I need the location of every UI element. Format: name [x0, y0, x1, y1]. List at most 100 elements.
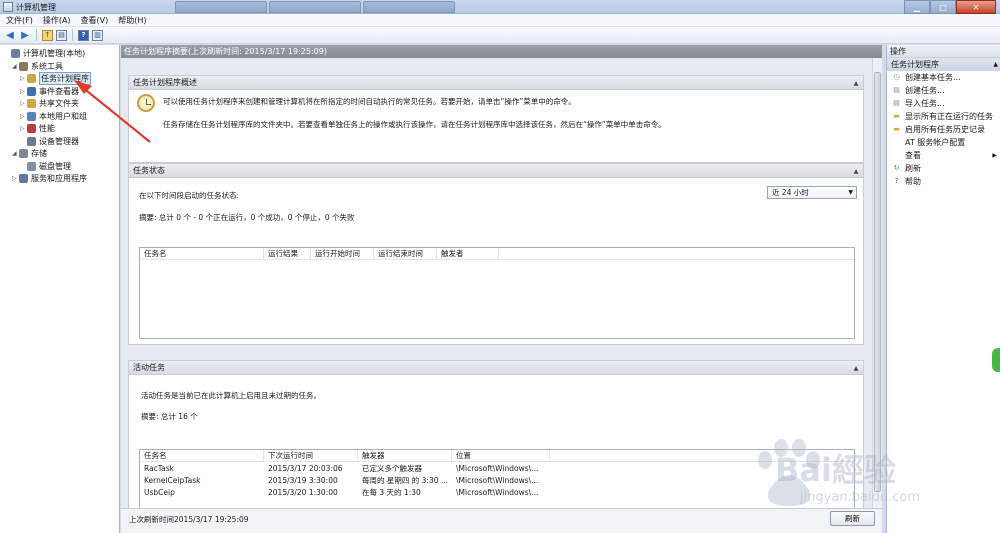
help-icon[interactable]: ? — [78, 29, 89, 41]
expand-arrow-icon[interactable]: ▷ — [20, 88, 27, 95]
collapse-icon[interactable]: ▲ — [852, 79, 860, 87]
expand-arrow-icon[interactable]: ▷ — [20, 125, 27, 132]
overview-section-bar[interactable]: 任务计划程序概述 ▲ — [129, 76, 863, 90]
column-header[interactable]: 任务名 — [140, 248, 264, 259]
tree-node-icon — [19, 174, 28, 183]
action-item[interactable]: ▬ 启用所有任务历史记录 — [887, 123, 1000, 136]
action-item[interactable]: ▬ 显示所有正在运行的任务 — [887, 110, 1000, 123]
close-button[interactable]: ✕ — [956, 0, 996, 14]
task-status-section: 任务状态 ▲ 在以下时间段启动的任务状态: 近 24 小时 ▼ 摘要: 总计 0… — [128, 163, 864, 345]
active-tasks-section-bar[interactable]: 活动任务 ▲ — [129, 361, 863, 375]
action-item[interactable]: ? 帮助 — [887, 175, 1000, 188]
basic-task-icon: ◷ — [893, 73, 900, 81]
collapse-icon[interactable]: ▲ — [852, 167, 860, 175]
refresh-icon: ↻ — [893, 164, 900, 172]
expand-arrow-icon[interactable]: ◢ — [12, 63, 19, 70]
tree-item[interactable]: ▷ 共享文件夹 — [20, 98, 79, 109]
trigger-cell: 在每 3 天的 1:30 — [362, 487, 421, 497]
task-status-title: 任务状态 — [133, 166, 165, 175]
tree-item[interactable]: ▷ 任务计划程序 — [20, 72, 91, 85]
taskbar-tab[interactable] — [363, 1, 455, 13]
tree-node-icon — [27, 162, 36, 171]
action-item[interactable]: ▤ 创建任务... — [887, 84, 1000, 97]
tree-item-label: 事件查看器 — [39, 87, 79, 96]
menu-view[interactable]: 查看(V) — [81, 15, 109, 26]
active-tasks-title: 活动任务 — [133, 363, 165, 372]
maximize-button[interactable]: ▢ — [930, 0, 956, 14]
title-bar: 计算机管理 ▁ ▢ ✕ — [0, 0, 1000, 14]
tree-item[interactable]: ▷ 事件查看器 — [20, 86, 79, 97]
overview-text-2: 任务存储在任务计划程序库的文件夹中。若要查看单独任务上的操作或执行该操作，请在任… — [163, 120, 666, 129]
next-run-cell: 2015/3/19 3:30:00 — [268, 475, 338, 485]
expand-arrow-icon[interactable]: ▷ — [20, 75, 27, 82]
submenu-arrow-icon: ▶ — [992, 152, 997, 159]
action-item[interactable]: ▤ 导入任务... — [887, 97, 1000, 110]
tree-item[interactable]: 设备管理器 — [20, 136, 79, 147]
up-folder-icon[interactable]: ↑ — [42, 29, 53, 41]
back-arrow-icon[interactable]: ◀ — [4, 29, 16, 41]
taskbar-tab[interactable] — [269, 1, 361, 13]
collapse-icon[interactable]: ▲ — [852, 364, 860, 372]
column-header[interactable]: 触发者 — [437, 248, 499, 259]
forward-arrow-icon[interactable]: ▶ — [19, 29, 31, 41]
task-status-section-bar[interactable]: 任务状态 ▲ — [129, 164, 863, 178]
column-header[interactable]: 下次运行时间 — [264, 450, 358, 461]
taskbar-tabs — [175, 1, 455, 13]
time-range-select[interactable]: 近 24 小时 ▼ — [767, 186, 857, 199]
task-status-table: 任务名 运行结果 运行开始时间 运行结束时间 触发者 — [139, 247, 855, 339]
toolbar-separator — [72, 29, 73, 41]
running-tasks-icon: ▬ — [893, 112, 900, 120]
expand-arrow-icon[interactable]: ▷ — [20, 100, 27, 107]
expand-arrow-icon[interactable]: ▷ — [12, 175, 19, 182]
table-header: 任务名 运行结果 运行开始时间 运行结束时间 触发者 — [140, 248, 854, 260]
menu-action[interactable]: 操作(A) — [43, 15, 71, 26]
location-cell: \Microsoft\Windows\... — [456, 463, 539, 473]
actions-section-task-scheduler[interactable]: 任务计划程序 ▲ — [887, 58, 1000, 71]
expand-arrow-icon[interactable]: ◢ — [12, 150, 19, 157]
menu-help[interactable]: 帮助(H) — [118, 15, 146, 26]
column-header[interactable]: 触发器 — [358, 450, 452, 461]
tree-item-label: 设备管理器 — [39, 137, 79, 146]
toolbar: ◀ ▶ ↑ ▤ ? ▥ — [0, 27, 1000, 44]
tree-item[interactable]: ▷ 性能 — [20, 123, 55, 134]
tree-item[interactable]: ▷ 本地用户和组 — [20, 111, 87, 122]
tree-item[interactable]: 磁盘管理 — [20, 161, 71, 172]
window-controls: ▁ ▢ ✕ — [904, 0, 996, 14]
action-item[interactable]: AT 服务帐户配置 — [887, 136, 1000, 149]
taskbar-tab[interactable] — [175, 1, 267, 13]
column-header[interactable]: 运行结束时间 — [374, 248, 437, 259]
action-label: 帮助 — [905, 177, 921, 186]
minimize-button[interactable]: ▁ — [904, 0, 930, 14]
tree-item[interactable]: ◢ 存储 — [12, 148, 47, 159]
scrollbar-thumb[interactable] — [874, 72, 881, 492]
expand-arrow-icon[interactable]: ▷ — [20, 113, 27, 120]
task-name-cell: KernelCeipTask — [144, 475, 201, 485]
column-header[interactable]: 运行结果 — [264, 248, 311, 259]
column-header[interactable]: 任务名 — [140, 450, 264, 461]
column-header[interactable]: 位置 — [452, 450, 550, 461]
overview-section: 任务计划程序概述 ▲ 可以使用任务计划程序来创建和管理计算机将在所指定的时间自动… — [128, 75, 864, 163]
column-header[interactable]: 运行开始时间 — [311, 248, 374, 259]
tree-node-icon — [19, 149, 28, 158]
action-pane-icon[interactable]: ▥ — [92, 29, 103, 41]
tree-item[interactable]: ◢ 系统工具 — [12, 61, 63, 72]
navigation-tree: 计算机管理(本地) ◢ 系统工具 ▷ 任务计划程序 ▷ 事件查看器 ▷ 共享文件夹 ▷ 本地用户和组… — [0, 45, 120, 533]
import-task-icon: ▤ — [893, 99, 900, 107]
menu-file[interactable]: 文件(F) — [6, 15, 33, 26]
task-name-cell: RacTask — [144, 463, 174, 473]
tree-item[interactable]: ▷ 服务和应用程序 — [12, 173, 87, 184]
tree-item[interactable]: 计算机管理(本地) — [4, 48, 85, 59]
tree-item-label: 磁盘管理 — [39, 162, 71, 171]
tree-item-label: 性能 — [39, 124, 55, 133]
action-item[interactable]: 查看 ▶ — [887, 149, 1000, 162]
show-hide-tree-icon[interactable]: ▤ — [56, 29, 67, 41]
collapse-icon[interactable]: ▲ — [993, 61, 998, 68]
tree-item-label: 存储 — [31, 149, 47, 158]
window-title: 计算机管理 — [16, 3, 56, 12]
tree-item-label: 本地用户和组 — [39, 112, 87, 121]
watermark-text: Bai經验 — [775, 451, 896, 489]
floating-widget[interactable] — [992, 348, 1000, 372]
action-item[interactable]: ◷ 创建基本任务... — [887, 71, 1000, 84]
active-tasks-description: 活动任务是当前已在此计算机上启用且未过期的任务。 — [141, 391, 321, 400]
action-item[interactable]: ↻ 刷新 — [887, 162, 1000, 175]
